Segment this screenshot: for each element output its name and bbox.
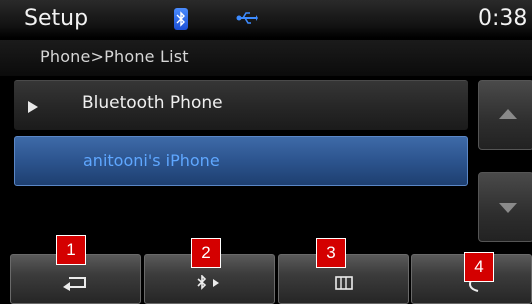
marker-2: 2 <box>191 238 221 268</box>
play-arrow-icon <box>28 101 38 113</box>
phone-list: Bluetooth Phone anitooni's iPhone <box>14 78 470 248</box>
triangle-down-icon <box>499 203 517 213</box>
clock: 0:38 <box>478 6 528 31</box>
list-item-label: Bluetooth Phone <box>82 93 223 113</box>
triangle-up-icon <box>499 109 517 119</box>
breadcrumb-text: Phone>Phone List <box>40 47 189 66</box>
list-item-bluetooth-phone[interactable]: Bluetooth Phone <box>14 80 468 130</box>
status-bar: Setup 0:38 <box>0 0 532 38</box>
marker-3: 3 <box>316 238 346 268</box>
phone-list-screen: Setup 0:38 Phone>Phone List Bluetooth Ph… <box>0 0 532 304</box>
bluetooth-forward-icon <box>197 274 225 295</box>
scroll-down-button[interactable] <box>478 172 532 242</box>
screen-title: Setup <box>24 6 89 31</box>
marker-4: 4 <box>464 252 494 282</box>
usb-icon <box>236 10 258 29</box>
marker-1: 1 <box>56 235 86 265</box>
phonebook-icon <box>335 275 353 295</box>
breadcrumb: Phone>Phone List <box>0 40 532 76</box>
list-item-label: anitooni's iPhone <box>83 151 220 170</box>
list-item-iphone[interactable]: anitooni's iPhone <box>14 136 468 186</box>
bluetooth-icon <box>174 8 188 30</box>
back-icon <box>63 275 89 295</box>
scroll-up-button[interactable] <box>478 80 532 150</box>
